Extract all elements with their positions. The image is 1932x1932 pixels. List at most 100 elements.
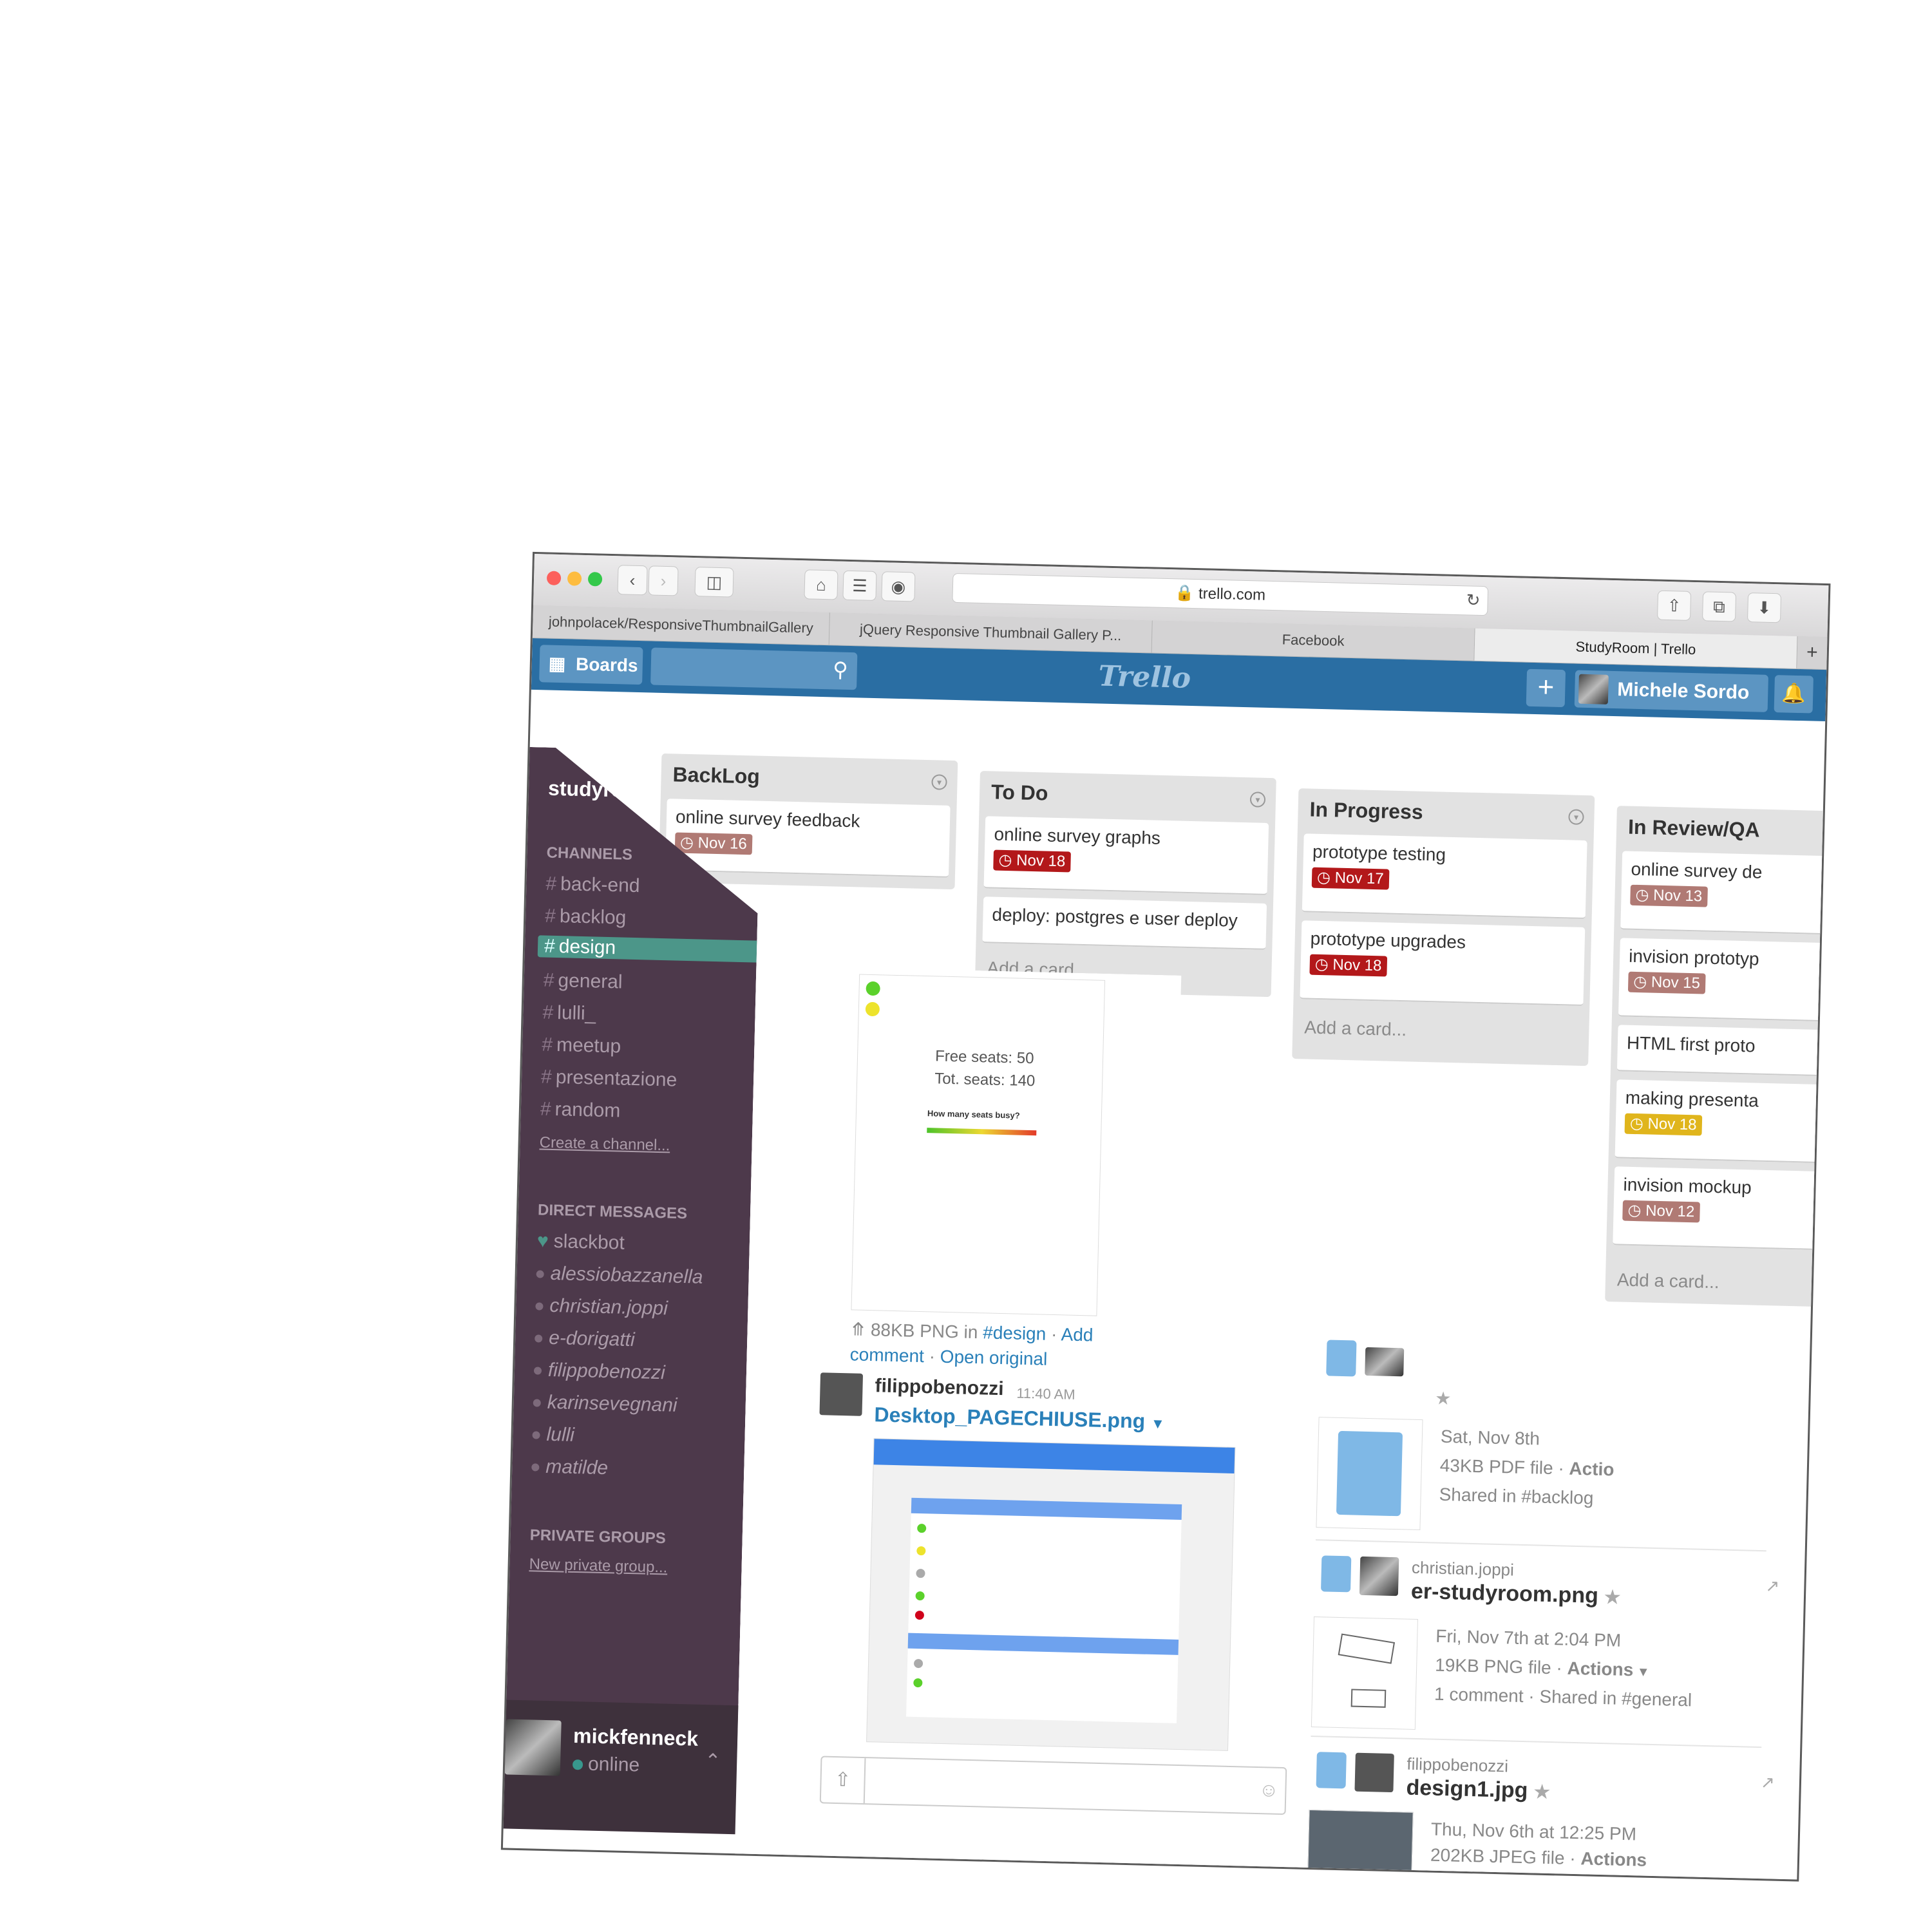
dm-karinsevegnani[interactable]: karinsevegnani — [533, 1391, 677, 1416]
private-groups-header[interactable]: PRIVATE GROUPS — [529, 1526, 666, 1548]
add-icon[interactable]: + — [1526, 668, 1566, 708]
card-title: online survey de — [1631, 858, 1763, 882]
board-search-input[interactable]: ⚲ — [650, 647, 858, 690]
card-title: online survey graphs — [994, 824, 1161, 848]
add-card-link[interactable]: Add a card... — [1617, 1269, 1719, 1293]
dm-alessiobazzanella[interactable]: alessiobazzanella — [536, 1262, 703, 1288]
dm-matilde[interactable]: matilde — [531, 1455, 609, 1479]
dm-christian-joppi[interactable]: christian.joppi — [535, 1294, 668, 1320]
avatar[interactable] — [819, 1372, 864, 1416]
list-menu-icon[interactable]: ▾ — [1249, 791, 1266, 808]
comment-link[interactable]: comment — [849, 1344, 924, 1366]
channel-backlog[interactable]: # backlog — [545, 905, 627, 929]
channel-meetup[interactable]: # meetup — [542, 1034, 621, 1058]
minimize-window-button[interactable] — [567, 571, 582, 586]
new-private-group-link[interactable]: New private group... — [529, 1555, 667, 1577]
emoji-icon[interactable]: ☺ — [1258, 1779, 1278, 1802]
card[interactable]: online survey feedback ◷ Nov 16 — [665, 799, 951, 878]
user-menu-button[interactable]: Michele Sordo — [1574, 670, 1768, 712]
card[interactable]: making presenta ◷ Nov 18 — [1615, 1079, 1829, 1166]
actions-menu[interactable]: Actions — [1567, 1658, 1633, 1680]
due-badge: ◷ Nov 16 — [674, 832, 753, 855]
home-icon[interactable]: ⌂ — [804, 569, 838, 600]
message-author[interactable]: filippobenozzi — [875, 1375, 1004, 1400]
chevron-down-icon: ▼ — [1150, 1415, 1166, 1432]
forward-icon[interactable]: › — [648, 565, 679, 596]
new-tab-icon[interactable]: + — [1797, 636, 1828, 670]
avatar — [1359, 1556, 1399, 1596]
list-menu-icon[interactable]: ▾ — [931, 774, 947, 790]
file-title[interactable]: er-studyroom.png ★ — [1411, 1579, 1621, 1609]
channel-lulli[interactable]: # lulli_ — [542, 1002, 596, 1025]
boards-button[interactable]: ▦ Boards — [539, 645, 643, 685]
status-dot — [913, 1678, 923, 1688]
slack-sidebar: studyroo CHANNELS # back-end # backlog # de… — [503, 746, 762, 1757]
address-bar[interactable]: 🔒 trello.com — [952, 573, 1489, 616]
extension-icon[interactable]: ◉ — [881, 571, 916, 602]
dm-lulli[interactable]: lulli — [532, 1423, 574, 1446]
open-external-icon[interactable]: ↗ — [1761, 1772, 1776, 1793]
due-date: Nov 12 — [1645, 1202, 1695, 1221]
channel-presentazione[interactable]: # presentazione — [541, 1066, 677, 1091]
chevron-down-icon: ▼ — [1633, 1665, 1650, 1680]
channels-header[interactable]: CHANNELS — [546, 844, 632, 864]
image-preview[interactable] — [866, 1438, 1236, 1751]
file-thumbnail[interactable] — [1311, 1616, 1418, 1730]
share-icon[interactable]: ⇧ — [1657, 590, 1692, 621]
channel-general[interactable]: # general — [543, 970, 623, 994]
file-thumbnail[interactable] — [1307, 1809, 1414, 1871]
close-window-button[interactable] — [546, 571, 562, 586]
card[interactable]: deploy: postgres e user deploy — [982, 896, 1267, 950]
avatar — [1578, 674, 1609, 705]
file-thumbnail[interactable] — [1316, 1417, 1423, 1531]
add-card-link[interactable]: Add a card... — [1304, 1017, 1406, 1040]
channel-link[interactable]: #design — [983, 1322, 1046, 1343]
actions-menu[interactable]: Actio — [1569, 1459, 1615, 1480]
team-name[interactable]: studyroo — [548, 777, 637, 802]
file-uploader[interactable]: christian.joppi — [1412, 1558, 1515, 1580]
card[interactable]: online survey de ◷ Nov 13 — [1620, 851, 1829, 937]
star-icon[interactable]: ★ — [1534, 1781, 1551, 1802]
reload-icon[interactable]: ↻ — [1461, 585, 1486, 614]
image-preview[interactable]: Free seats: 50 Tot. seats: 140 How many … — [851, 974, 1106, 1316]
download-icon[interactable]: ⬇ — [1747, 592, 1782, 623]
sidebar-icon[interactable]: ◫ — [694, 567, 734, 598]
channel-design[interactable]: # design — [538, 935, 777, 963]
direct-messages-header[interactable]: DIRECT MESSAGES — [538, 1201, 688, 1223]
file-comments: 1 comment · Shared in #general — [1434, 1683, 1692, 1710]
star-icon[interactable]: ★ — [1604, 1587, 1621, 1607]
boards-icon: ▦ — [548, 653, 566, 674]
list-menu-icon[interactable]: ▾ — [1568, 809, 1584, 825]
channel-label: random — [554, 1099, 621, 1122]
add-comment-link[interactable]: Add — [1061, 1324, 1094, 1345]
file-title[interactable]: design1.jpg ★ — [1406, 1776, 1550, 1804]
layers-icon[interactable]: ☰ — [842, 570, 877, 601]
card[interactable]: online survey graphs ◷ Nov 18 — [983, 816, 1269, 895]
dm-slackbot[interactable]: ♥ slackbot — [537, 1230, 625, 1254]
notifications-bell-icon[interactable]: 🔔 — [1774, 675, 1814, 714]
trello-logo[interactable]: Trello — [1098, 659, 1191, 694]
chevron-up-icon[interactable]: ⌃ — [705, 1750, 721, 1773]
open-external-icon[interactable]: ↗ — [1765, 1576, 1780, 1596]
card[interactable]: HTML first proto — [1616, 1025, 1829, 1079]
comment-count[interactable]: 1 comment — [1434, 1684, 1524, 1706]
star-icon[interactable]: ★ — [1435, 1388, 1452, 1410]
actions-menu[interactable]: Actions — [1580, 1848, 1647, 1870]
open-original-link[interactable]: Open original — [940, 1347, 1047, 1369]
tabs-overview-icon[interactable]: ⧉ — [1701, 591, 1737, 622]
current-user-footer[interactable]: mickfenneck online ⌃ — [502, 1699, 739, 1835]
back-icon[interactable]: ‹ — [617, 565, 648, 596]
card[interactable]: invision mockup ◷ Nov 12 — [1613, 1166, 1829, 1252]
dm-e-dorigatti[interactable]: e-dorigatti — [535, 1327, 635, 1351]
card[interactable]: prototype upgrades ◷ Nov 18 — [1300, 920, 1586, 1006]
card[interactable]: prototype testing ◷ Nov 17 — [1302, 833, 1587, 920]
card[interactable]: invision prototyp ◷ Nov 15 — [1618, 938, 1829, 1024]
zoom-window-button[interactable] — [587, 572, 603, 587]
upload-icon[interactable]: ⇧ — [820, 1757, 866, 1804]
channel-random[interactable]: # random — [540, 1098, 621, 1122]
card-title: making presenta — [1625, 1087, 1759, 1111]
channel-back-end[interactable]: # back-end — [545, 873, 640, 898]
dm-filippobenozzi[interactable]: filippobenozzi — [534, 1359, 666, 1384]
create-channel-link[interactable]: Create a channel... — [539, 1133, 670, 1155]
file-uploader[interactable]: filippobenozzi — [1406, 1754, 1508, 1777]
